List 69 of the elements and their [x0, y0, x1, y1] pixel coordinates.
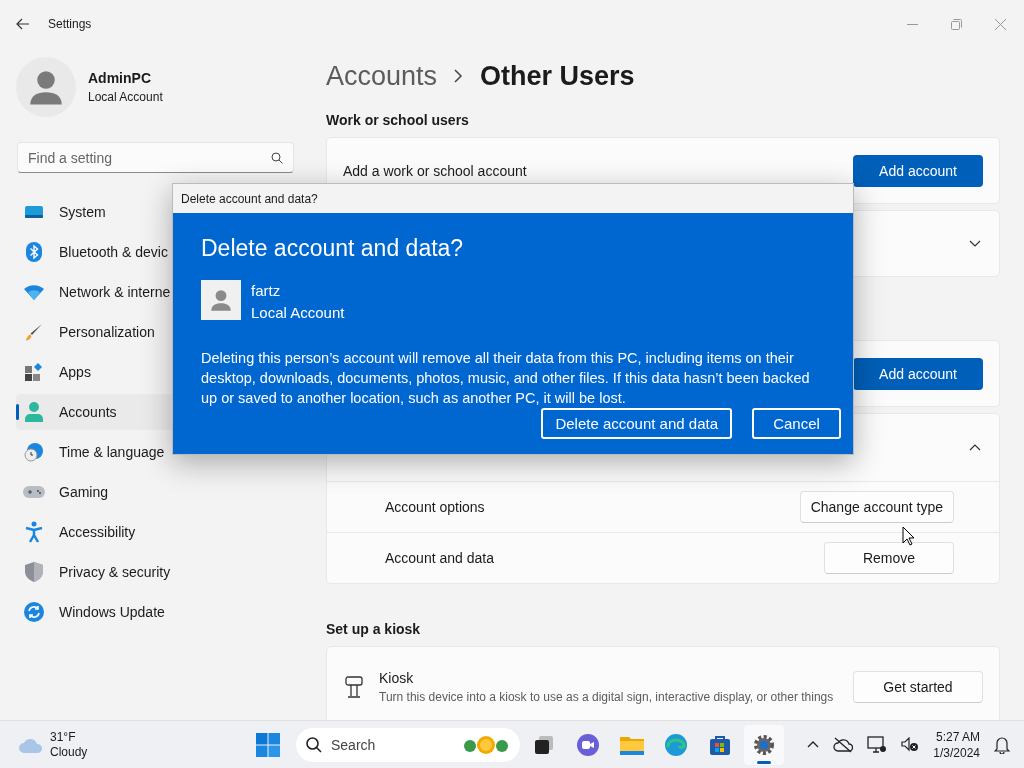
gear-icon [752, 732, 776, 757]
setting-label: Add a work or school account [343, 162, 527, 179]
cursor-icon [902, 526, 916, 546]
browser-icon [664, 732, 688, 757]
restore-icon[interactable] [951, 18, 962, 30]
cloud-off-icon[interactable] [833, 736, 854, 753]
chevron-icon [454, 69, 464, 83]
chevron-up-icon[interactable] [807, 741, 820, 748]
kiosk-description: Turn this device into a kiosk to use as a digital sign, interactive display, or other things [379, 688, 835, 705]
section-heading: Work or school users [326, 112, 470, 128]
bluetooth-icon [26, 242, 42, 262]
user-name: fartz [251, 281, 282, 301]
store-icon [709, 733, 731, 756]
monitor-icon [24, 204, 44, 220]
clock-date[interactable]: 1/3/2024 [933, 744, 980, 761]
apps-icon [24, 362, 44, 382]
action-button[interactable]: Change account type [799, 491, 954, 523]
network-icon[interactable] [867, 735, 888, 754]
search-field[interactable]: Find a setting [17, 142, 294, 173]
person-icon [25, 402, 43, 422]
account-type: Local Account [88, 90, 163, 104]
setting-label: Account and data [385, 550, 494, 566]
nav-item[interactable]: Privacy & security [16, 554, 306, 590]
account-type: Local Account [251, 303, 345, 323]
shield-icon [25, 562, 43, 582]
folder-icon [620, 734, 644, 755]
user-name: AdminPC [88, 70, 152, 86]
setting-label: Account options [385, 499, 485, 515]
breadcrumb-link[interactable]: Accounts [326, 60, 438, 92]
dialog-heading: Delete account and data? [201, 235, 465, 262]
weather-condition: Cloudy [50, 744, 88, 760]
chevron-icon[interactable] [969, 240, 981, 247]
back-icon[interactable] [16, 18, 30, 30]
search-icon [306, 736, 322, 753]
chat-icon [576, 732, 600, 757]
temperature: 31°F [50, 729, 77, 745]
person-icon [208, 287, 234, 313]
volume-muted-icon[interactable] [901, 736, 920, 753]
nav-item[interactable]: Accessibility [16, 514, 306, 550]
delete-button[interactable]: Delete account and data [541, 408, 732, 439]
task-view-icon [534, 734, 554, 755]
windows-logo-icon[interactable] [256, 732, 280, 757]
nav-item[interactable]: Windows Update [16, 594, 306, 630]
clock-time[interactable]: 5:27 AM [933, 728, 980, 745]
bell-icon[interactable] [994, 735, 1010, 754]
taskbar-app[interactable] [744, 724, 784, 765]
search-icon [271, 151, 283, 164]
wifi-icon [24, 284, 44, 300]
page-title: Other Users [480, 60, 635, 92]
brush-icon [24, 322, 44, 342]
cancel-button[interactable]: Cancel [752, 408, 841, 439]
globe-clock-icon [24, 442, 44, 462]
gamepad-icon [23, 485, 45, 499]
section-heading: Set up a kiosk [326, 621, 422, 637]
globe-sun-icon [462, 733, 510, 756]
kiosk-icon [345, 676, 363, 698]
dialog-title: Delete account and data? [173, 184, 853, 213]
window-title: Settings [48, 17, 93, 31]
add-account-button[interactable]: Add account [853, 154, 983, 187]
add-account-button[interactable]: Add account [853, 357, 983, 390]
action-button[interactable]: Remove [824, 542, 954, 574]
get-started-button[interactable]: Get started [853, 671, 983, 703]
nav-item[interactable]: Gaming [16, 474, 306, 510]
close-icon[interactable] [995, 18, 1006, 30]
chevron-icon[interactable] [969, 444, 981, 451]
kiosk-title: Kiosk [379, 669, 415, 686]
update-icon [24, 602, 44, 622]
taskbar-search[interactable]: Search [296, 727, 520, 762]
accessibility-icon [25, 521, 43, 543]
